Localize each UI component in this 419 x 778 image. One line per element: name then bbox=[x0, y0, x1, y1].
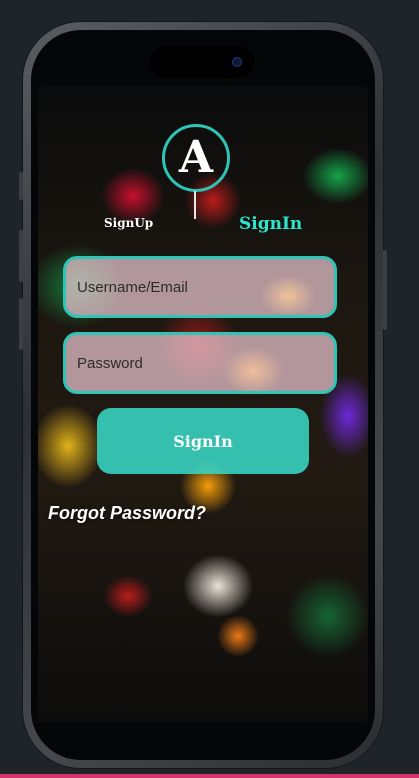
app-screen: A SignUp SignIn SignIn Forgot Password? bbox=[38, 86, 368, 722]
tab-signup[interactable]: SignUp bbox=[104, 216, 153, 230]
phone-volume-down-button bbox=[19, 298, 23, 350]
phone-side-button bbox=[19, 172, 23, 200]
signin-button[interactable]: SignIn bbox=[97, 408, 309, 474]
phone-power-button bbox=[383, 250, 387, 330]
dynamic-island bbox=[150, 46, 254, 78]
logo-divider bbox=[194, 191, 196, 219]
front-camera-icon bbox=[232, 57, 242, 67]
password-field[interactable] bbox=[63, 332, 337, 394]
forgot-password-link[interactable]: Forgot Password? bbox=[48, 503, 206, 524]
phone-volume-up-button bbox=[19, 230, 23, 282]
app-logo: A bbox=[162, 124, 230, 192]
username-input[interactable] bbox=[75, 277, 334, 297]
tab-signin[interactable]: SignIn bbox=[239, 214, 302, 234]
password-input[interactable] bbox=[75, 353, 334, 373]
username-field[interactable] bbox=[63, 256, 337, 318]
logo-letter: A bbox=[178, 132, 214, 183]
bottom-accent-bar bbox=[0, 774, 419, 778]
